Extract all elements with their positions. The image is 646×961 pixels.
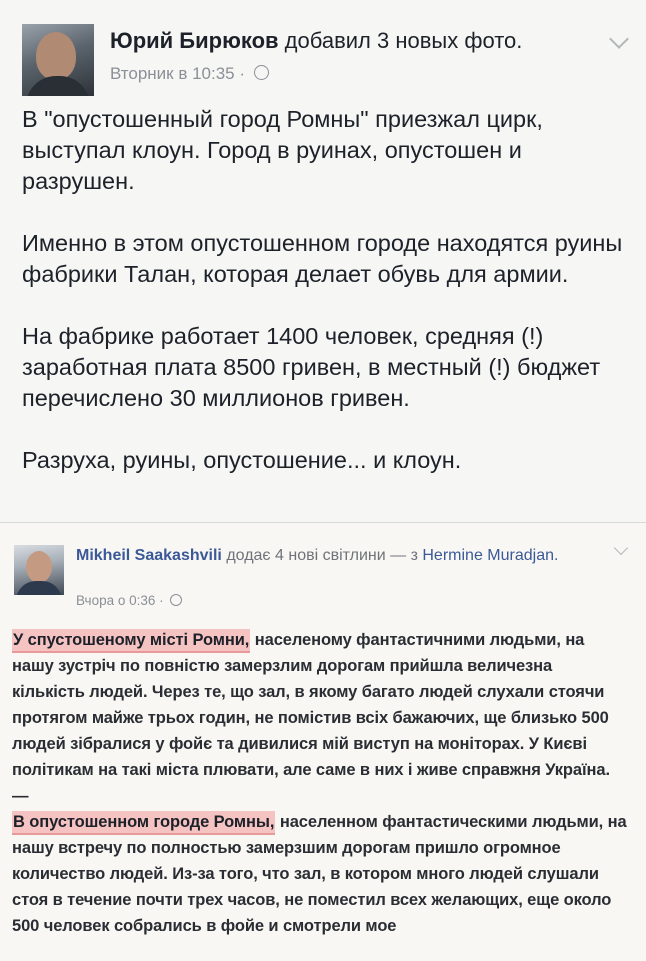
globe-icon bbox=[253, 65, 269, 80]
author-avatar[interactable] bbox=[22, 24, 94, 96]
highlight-russian: В опустошенном городе Ромны, bbox=[12, 811, 276, 835]
post-paragraph: Разруха, руины, опустошение... и клоун. bbox=[22, 447, 462, 473]
author-name[interactable]: Юрий Бирюков bbox=[110, 28, 279, 53]
post-paragraph: Именно в этом опустошенном городе находя… bbox=[22, 230, 623, 287]
post-header: Юрий Бирюков добавил 3 новых фото. Вторн… bbox=[22, 24, 632, 96]
shared-author-name: Mikheil Saakashvili bbox=[76, 547, 222, 564]
shared-tagged-person: Hermine Muradjan. bbox=[422, 547, 559, 564]
chevron-down-icon[interactable] bbox=[609, 29, 629, 49]
post-timestamp[interactable]: Вторник в 10:35 bbox=[110, 64, 235, 83]
meta-separator: · bbox=[239, 64, 246, 83]
post-paragraph: В "опустошенный город Ромны" приезжал ци… bbox=[22, 106, 543, 194]
post-action: добавил 3 новых фото. bbox=[284, 28, 523, 53]
shared-ukrainian-paragraph: У спустошеному місті Ромни, населеному ф… bbox=[12, 627, 628, 783]
shared-meta-separator: · bbox=[159, 593, 164, 608]
facebook-post: Юрий Бирюков добавил 3 новых фото. Вторн… bbox=[0, 0, 646, 961]
section-dash: — bbox=[12, 787, 29, 805]
post-paragraph: На фабрике работает 1400 человек, средня… bbox=[22, 323, 601, 411]
shared-timestamp: Вчора о 0:36 bbox=[76, 593, 156, 608]
shared-russian-paragraph: В опустошенном городе Ромны, населенном … bbox=[12, 809, 628, 939]
shared-meta: Вчора о 0:36 · bbox=[76, 593, 183, 608]
author-line: Юрий Бирюков добавил 3 новых фото. bbox=[110, 28, 522, 54]
shared-action: додає 4 нові світлини — з bbox=[226, 547, 418, 564]
post-body: В "опустошенный город Ромны" приезжал ци… bbox=[22, 104, 628, 507]
post-meta: Вторник в 10:35 · bbox=[110, 64, 269, 84]
shared-body: У спустошеному місті Ромни, населеному ф… bbox=[12, 627, 628, 939]
shared-author-avatar bbox=[14, 545, 64, 595]
highlight-ukrainian: У спустошеному місті Ромни, bbox=[12, 629, 251, 653]
ukrainian-text: населеному фантастичними людьми, на нашу… bbox=[12, 631, 610, 779]
shared-globe-icon bbox=[170, 594, 183, 606]
shared-chevron-down-icon bbox=[613, 540, 629, 556]
shared-header: Mikheil Saakashvili додає 4 нові світлин… bbox=[76, 545, 596, 567]
shared-screenshot[interactable]: Mikheil Saakashvili додає 4 нові світлин… bbox=[0, 522, 646, 961]
